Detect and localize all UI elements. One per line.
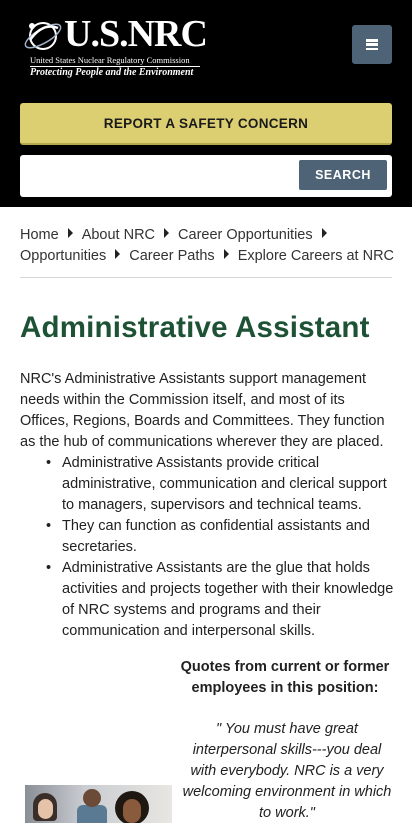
list-item: They can function as confidential assist… [42,516,397,558]
logo-title: U.S.NRC [64,13,208,55]
nrc-logo[interactable]: U.S.NRC United States Nuclear Regulatory… [20,10,208,84]
logo-subtitle: United States Nuclear Regulatory Commiss… [30,55,190,65]
breadcrumb-career-opportunities[interactable]: Career Opportunities [178,227,313,243]
breadcrumb-about-nrc[interactable]: About NRC [82,227,155,243]
atom-logo-icon [24,22,62,50]
breadcrumb-current: Explore Careers at NRC [237,248,395,264]
breadcrumb-home[interactable]: Home [20,227,59,243]
menu-button[interactable] [352,25,392,64]
breadcrumb-separator-icon [67,228,73,238]
breadcrumb-separator-icon [115,249,121,259]
search-input[interactable] [20,155,295,197]
breadcrumb-separator-icon [223,249,229,259]
report-safety-concern-button[interactable]: REPORT A SAFETY CONCERN [20,103,392,145]
duties-list: Administrative Assistants provide critic… [42,453,397,642]
breadcrumb-opportunities[interactable]: Opportunities [20,248,106,264]
logo-tagline: Protecting People and the Environment [30,67,194,78]
breadcrumb-separator-icon [321,228,327,238]
breadcrumb-divider [20,277,392,278]
search-button[interactable]: SEARCH [299,160,387,190]
employee-quote: " You must have great interpersonal skil… [182,721,392,821]
hamburger-menu-icon [366,39,378,50]
breadcrumb-career-paths[interactable]: Career Paths [129,248,214,264]
breadcrumb: Home About NRC Career Opportunities Opportu… [20,225,395,267]
list-item: Administrative Assistants are the glue t… [42,558,397,642]
employees-photo [25,785,172,823]
quotes-heading: Quotes from current or former employees … [180,659,390,696]
search-bar: SEARCH [20,155,392,197]
intro-paragraph: NRC's Administrative Assistants support … [20,371,385,450]
page-title: Administrative Assistant [20,311,370,344]
breadcrumb-separator-icon [164,228,170,238]
list-item: Administrative Assistants provide critic… [42,453,397,516]
site-header: U.S.NRC United States Nuclear Regulatory… [0,0,412,207]
